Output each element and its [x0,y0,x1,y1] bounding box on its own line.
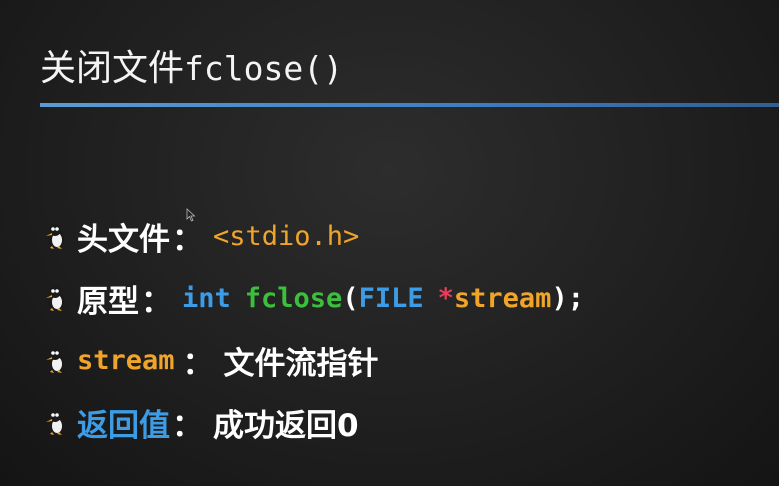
code-pointer-star: * [437,282,454,314]
penguin-bullet-icon [46,224,64,249]
title-code-text: fclose() [184,49,343,88]
mouse-cursor-icon [186,208,196,222]
slide-title: 关闭文件fclose() [40,44,343,94]
header-file-value: <stdio.h> [213,220,360,252]
penguin-bullet-icon [46,286,64,311]
bullet-label-stream: stream [77,344,175,376]
bullet-label: 原型 [77,283,139,320]
bullet-prototype: 原型 ： int fclose(FILE * stream); [42,267,584,329]
stream-description: 文件流指针 [223,345,379,382]
code-param-stream: stream [453,282,552,314]
bullet-colon: ： [172,407,203,444]
code-keyword-int: int [182,282,231,314]
return-value-description: 成功返回0 [213,407,359,444]
bullet-list: 头文件 ： <stdio.h> 原型 ： int fclose(FILE * st… [42,205,584,453]
title-underline [40,103,779,107]
code-type-file: FILE [358,282,424,314]
penguin-bullet-icon [46,348,64,373]
bullet-colon: ： [182,345,214,382]
bullet-header-file: 头文件 ： <stdio.h> [42,205,584,267]
title-chinese-text: 关闭文件 [40,48,185,89]
code-open-paren: ( [342,282,359,314]
bullet-return-value: 返回值 ： 成功返回0 [42,391,584,453]
bullet-label-return: 返回值 [77,407,170,444]
slide: 关闭文件fclose() 头文件 ： <stdio.h> 原型 ： int fc… [0,0,779,486]
code-function-name: fclose [244,282,343,314]
bullet-colon: ： [141,283,172,320]
bullet-stream: stream ： 文件流指针 [42,329,584,391]
penguin-bullet-icon [46,410,64,435]
code-close-paren: ); [551,282,584,314]
bullet-label: 头文件 [77,221,170,258]
